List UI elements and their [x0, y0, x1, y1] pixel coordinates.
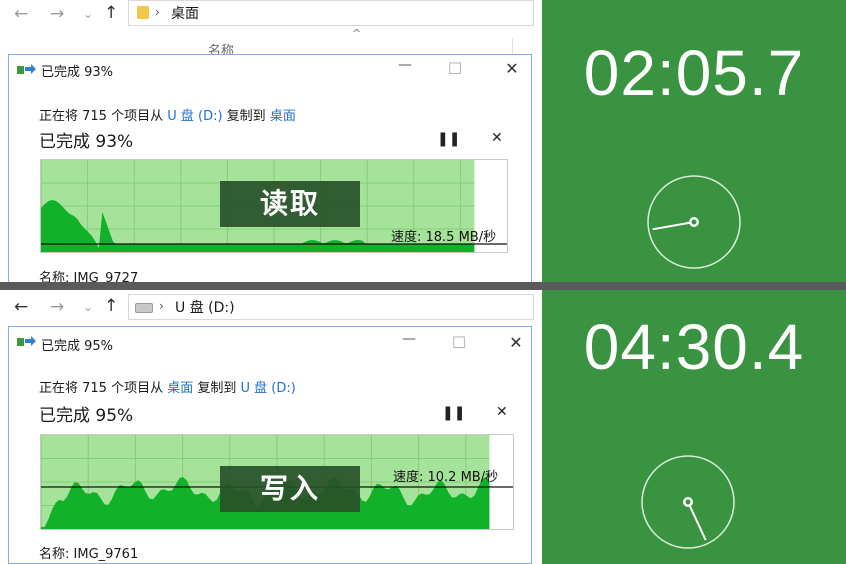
copy-description: 正在将 715 个项目从 U 盘 (D:) 复制到 桌面 — [39, 109, 296, 124]
dialog-title: 已完成 95% — [41, 339, 114, 354]
chevron-down-icon[interactable]: ⌄ — [83, 297, 93, 317]
close-icon[interactable]: ✕ — [506, 333, 526, 352]
speed-graph: 读取 速度: 18.5 MB/秒 — [40, 159, 508, 253]
elapsed-time: 04:30.4 — [583, 311, 805, 383]
mode-label: 写入 — [220, 466, 360, 512]
panel-divider — [0, 282, 846, 290]
dialog-titlebar[interactable]: 已完成 95% — ☐ ✕ — [9, 327, 531, 357]
copy-dialog-bottom: 已完成 95% — ☐ ✕ 正在将 715 个项目从 桌面 复制到 U 盘 (D… — [8, 326, 532, 564]
pause-icon[interactable]: ❚❚ — [442, 405, 465, 421]
minimize-icon[interactable]: — — [399, 331, 419, 347]
destination-link[interactable]: 桌面 — [270, 109, 296, 124]
percent-complete: 已完成 93% — [39, 132, 134, 152]
current-file-name: 名称: IMG_9761 — [39, 547, 139, 562]
sort-up-icon: ^ — [352, 27, 362, 40]
dial-hand — [687, 501, 707, 541]
arrow-left-icon[interactable]: ← — [14, 297, 28, 317]
stopwatch-dial-icon — [641, 455, 735, 549]
mode-label: 读取 — [220, 181, 360, 227]
arrow-right-icon[interactable]: → — [50, 4, 64, 24]
source-link[interactable]: U 盘 (D:) — [167, 109, 222, 124]
speed-graph: 写入 速度: 10.2 MB/秒 — [40, 434, 514, 530]
source-link[interactable]: 桌面 — [167, 381, 193, 396]
pause-icon[interactable]: ❚❚ — [437, 131, 460, 147]
arrow-up-icon[interactable]: ↑ — [104, 3, 118, 23]
destination-link[interactable]: U 盘 (D:) — [241, 381, 296, 396]
chevron-right-icon: › — [159, 299, 164, 313]
usb-drive-icon — [135, 303, 153, 313]
address-path: 桌面 — [171, 6, 199, 22]
top-explorer-window: ← → ⌄ ↑ › 桌面 ^ 名称 — [0, 0, 542, 60]
copy-dialog-top: 已完成 93% — ☐ ✕ 正在将 715 个项目从 U 盘 (D:) 复制到 … — [8, 54, 532, 286]
percent-complete: 已完成 95% — [39, 406, 134, 426]
address-bar[interactable]: › 桌面 — [128, 0, 534, 26]
speed-readout: 速度: 10.2 MB/秒 — [393, 470, 499, 485]
elapsed-time: 02:05.7 — [583, 37, 805, 109]
dial-pivot-inner — [685, 499, 691, 505]
address-path: U 盘 (D:) — [175, 300, 235, 316]
maximize-icon[interactable]: ☐ — [449, 333, 469, 352]
close-icon[interactable]: ✕ — [491, 130, 503, 146]
dialog-titlebar[interactable]: 已完成 93% — ☐ ✕ — [9, 55, 531, 85]
copy-description: 正在将 715 个项目从 桌面 复制到 U 盘 (D:) — [39, 381, 296, 396]
dialog-title: 已完成 93% — [41, 65, 114, 80]
maximize-icon[interactable]: ☐ — [445, 59, 465, 78]
bottom-explorer-window: ← → ⌄ ↑ › U 盘 (D:) — [0, 290, 542, 324]
minimize-icon[interactable]: — — [395, 57, 415, 73]
timer-panel-top: 02:05.7 — [542, 0, 846, 282]
address-bar[interactable]: › U 盘 (D:) — [128, 294, 534, 320]
speed-readout: 速度: 18.5 MB/秒 — [391, 230, 497, 245]
arrow-left-icon[interactable]: ← — [14, 4, 28, 24]
chevron-down-icon[interactable]: ⌄ — [83, 4, 93, 24]
copy-icon — [17, 336, 37, 348]
arrow-right-icon[interactable]: → — [50, 297, 64, 317]
close-icon[interactable]: ✕ — [502, 59, 522, 78]
dial-hand — [652, 221, 695, 231]
dial-pivot-inner — [691, 219, 697, 225]
timer-panel-bottom: 04:30.4 — [542, 290, 846, 564]
stopwatch-dial-icon — [647, 175, 741, 269]
close-icon[interactable]: ✕ — [496, 404, 508, 420]
folder-icon — [137, 6, 149, 19]
copy-icon — [17, 64, 37, 76]
chevron-right-icon: › — [155, 5, 160, 19]
arrow-up-icon[interactable]: ↑ — [104, 296, 118, 316]
